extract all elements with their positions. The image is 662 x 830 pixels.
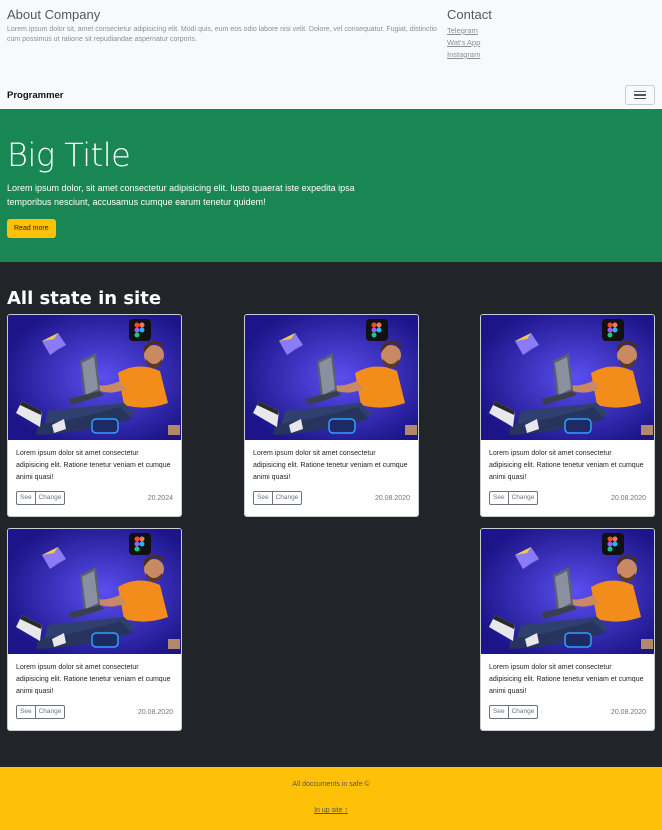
hamburger-icon-line <box>634 90 646 92</box>
card-button-group: See Change <box>489 705 539 719</box>
contact-link-whatsapp[interactable]: Wat's App <box>447 37 492 49</box>
card-date: 20.2024 <box>147 494 173 502</box>
contact-link-instagram[interactable]: Instagram <box>447 49 492 61</box>
developer-illustration-image <box>8 315 181 440</box>
card-text: Lorem ipsum dolor sit amet consectetur a… <box>253 450 408 481</box>
card-image <box>8 315 181 440</box>
card: Lorem ipsum dolor sit amet consectetur a… <box>7 314 182 517</box>
change-button[interactable]: Change <box>508 491 539 505</box>
navbar: Programmer <box>0 81 662 109</box>
hamburger-icon-line <box>634 94 646 96</box>
about-title: About Company <box>7 7 101 22</box>
see-button[interactable]: See <box>489 705 509 719</box>
card-footer: See Change 20.08.2020 <box>489 705 646 719</box>
card-body: Lorem ipsum dolor sit amet consectetur a… <box>481 440 654 505</box>
card-text: Lorem ipsum dolor sit amet consectetur a… <box>16 450 171 481</box>
card-date: 20.08.2020 <box>137 708 173 716</box>
developer-illustration-image <box>245 315 418 440</box>
scroll-top-link[interactable]: In up site ↑ <box>314 807 348 814</box>
about-bar: About Company Lorem ipsum dolor sit, ame… <box>0 0 662 81</box>
hamburger-icon-line <box>634 98 646 100</box>
hero-text: Lorem ipsum dolor, sit amet consectetur … <box>7 183 355 207</box>
card-image <box>8 529 181 654</box>
card-body: Lorem ipsum dolor sit amet consectetur a… <box>8 654 181 719</box>
footer-copyright: All doccuments in safe © <box>292 781 370 788</box>
change-button[interactable]: Change <box>35 705 66 719</box>
card: Lorem ipsum dolor sit amet consectetur a… <box>480 528 655 731</box>
card: Lorem ipsum dolor sit amet consectetur a… <box>244 314 419 517</box>
card-footer: See Change 20.08.2020 <box>16 705 173 719</box>
card-image <box>481 529 654 654</box>
card-footer: See Change 20.2024 <box>16 491 173 505</box>
cards-section: All state in site Lorem ipsum dolor sit … <box>0 262 662 767</box>
card-body: Lorem ipsum dolor sit amet consectetur a… <box>245 440 418 505</box>
contact-link-telegram[interactable]: Telegram <box>447 25 492 37</box>
card-button-group: See Change <box>16 705 66 719</box>
see-button[interactable]: See <box>16 491 36 505</box>
see-button[interactable]: See <box>16 705 36 719</box>
card-text: Lorem ipsum dolor sit amet consectetur a… <box>489 664 644 695</box>
card-date: 20.08.2020 <box>610 494 646 502</box>
contact-section: Contact Telegram Wat's App Instagram <box>447 7 492 81</box>
read-more-button[interactable]: Read more <box>7 219 56 238</box>
about-text: Lorem ipsum dolor sit, amet consectetur … <box>7 26 437 43</box>
card-button-group: See Change <box>253 491 303 505</box>
card-text: Lorem ipsum dolor sit amet consectetur a… <box>16 664 171 695</box>
hero: Big Title Lorem ipsum dolor, sit amet co… <box>0 109 662 262</box>
footer: All doccuments in safe © In up site ↑ <box>0 767 662 830</box>
card-body: Lorem ipsum dolor sit amet consectetur a… <box>8 440 181 505</box>
see-button[interactable]: See <box>489 491 509 505</box>
developer-illustration-image <box>481 529 654 654</box>
card: Lorem ipsum dolor sit amet consectetur a… <box>480 314 655 517</box>
contact-title: Contact <box>447 7 492 22</box>
hero-title: Big Title <box>7 136 131 174</box>
change-button[interactable]: Change <box>508 705 539 719</box>
developer-illustration-image <box>481 315 654 440</box>
card: Lorem ipsum dolor sit amet consectetur a… <box>7 528 182 731</box>
section-title: All state in site <box>7 288 162 309</box>
card-text: Lorem ipsum dolor sit amet consectetur a… <box>489 450 644 481</box>
navbar-toggler-button[interactable] <box>625 85 655 105</box>
card-footer: See Change 20.08.2020 <box>489 491 646 505</box>
card-date: 20.08.2020 <box>610 708 646 716</box>
card-button-group: See Change <box>489 491 539 505</box>
change-button[interactable]: Change <box>272 491 303 505</box>
change-button[interactable]: Change <box>35 491 66 505</box>
card-image <box>245 315 418 440</box>
card-body: Lorem ipsum dolor sit amet consectetur a… <box>481 654 654 719</box>
developer-illustration-image <box>8 529 181 654</box>
card-button-group: See Change <box>16 491 66 505</box>
card-date: 20.08.2020 <box>374 494 410 502</box>
see-button[interactable]: See <box>253 491 273 505</box>
card-footer: See Change 20.08.2020 <box>253 491 410 505</box>
about-section: About Company Lorem ipsum dolor sit, ame… <box>7 7 447 81</box>
navbar-brand[interactable]: Programmer <box>7 90 64 101</box>
card-image <box>481 315 654 440</box>
